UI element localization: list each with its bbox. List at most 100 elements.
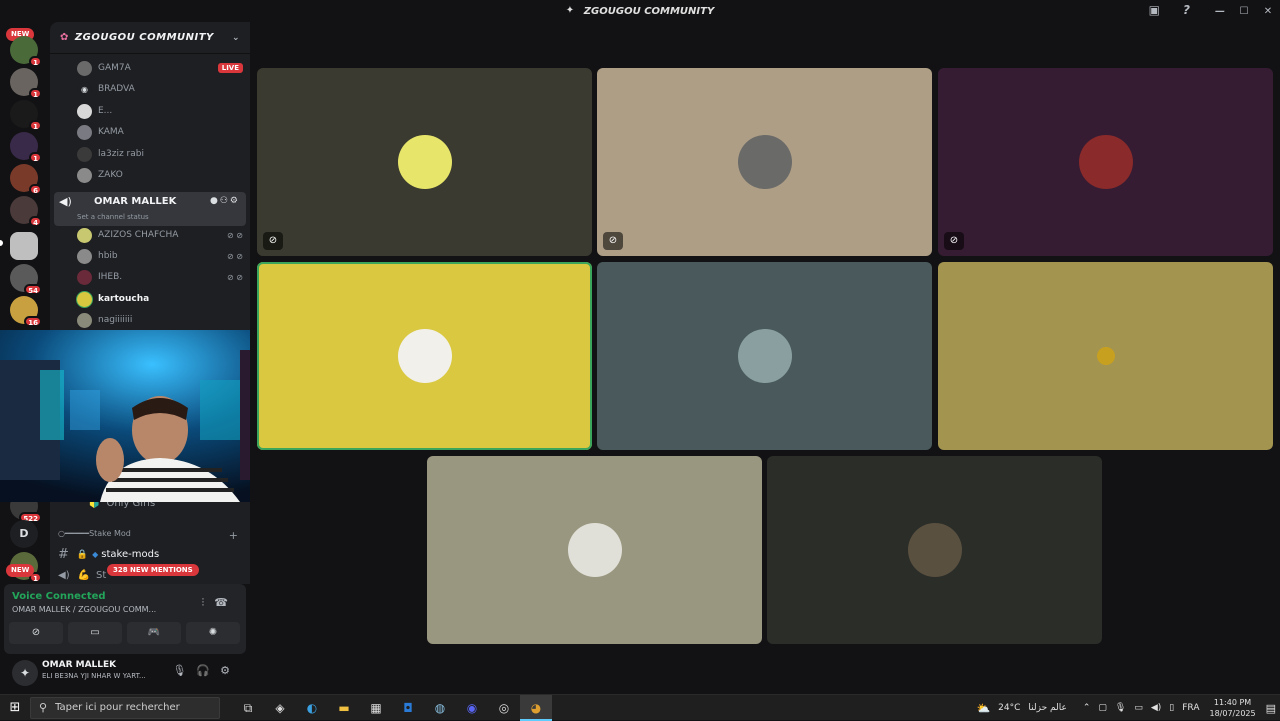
help-icon[interactable]: ? bbox=[1183, 3, 1190, 17]
file-explorer-icon[interactable]: ▬ bbox=[328, 695, 360, 721]
discord-icon[interactable]: ◉ bbox=[456, 695, 488, 721]
discord-icon: ◉ bbox=[77, 81, 92, 97]
capture-icon[interactable]: ◎ bbox=[488, 695, 520, 721]
voice-user[interactable]: kartoucha bbox=[77, 290, 243, 308]
task-view-icon[interactable]: ⧉ bbox=[232, 695, 264, 721]
dm-server[interactable]: D bbox=[10, 520, 38, 548]
video-tile[interactable] bbox=[767, 456, 1102, 644]
volume-icon[interactable]: ◀) bbox=[1151, 703, 1161, 713]
soundboard-button[interactable]: ✺ bbox=[186, 622, 240, 644]
server-icon-8[interactable]: 54 bbox=[10, 264, 42, 295]
activities-button[interactable]: 🎮 bbox=[127, 622, 181, 644]
video-tile[interactable]: ⊘ bbox=[938, 68, 1273, 256]
screen-share-button[interactable]: ▭ bbox=[68, 622, 122, 644]
server-badge-icon: ✿ bbox=[60, 32, 69, 43]
participant-avatar bbox=[737, 329, 792, 383]
new-mentions-pill[interactable]: 328 NEW MENTIONS bbox=[107, 564, 199, 576]
add-channel-icon[interactable]: + bbox=[229, 529, 238, 542]
voice-user[interactable]: la3ziz rabi bbox=[77, 145, 243, 163]
voice-connected-panel: Voice Connected OMAR MALLEK / ZGOUGOU CO… bbox=[4, 584, 246, 654]
avatar bbox=[77, 60, 92, 76]
maximize-button[interactable]: ☐ bbox=[1232, 6, 1256, 17]
video-tile-speaking[interactable] bbox=[257, 262, 592, 450]
avatar bbox=[77, 291, 92, 307]
microphone-icon[interactable]: 🎙 bbox=[172, 664, 196, 677]
chrome-icon[interactable]: ◕ bbox=[520, 694, 552, 721]
voice-user[interactable]: GAM7A LIVE bbox=[77, 59, 243, 77]
windows-start-icon[interactable]: ⊞ bbox=[0, 700, 30, 715]
server-icon-2[interactable]: 1 bbox=[10, 68, 42, 99]
weather-text: عالم حزلنا bbox=[1028, 703, 1067, 713]
edge-icon[interactable]: ◐ bbox=[296, 695, 328, 721]
disconnect-icon[interactable]: ☎ bbox=[214, 596, 238, 609]
video-tile[interactable] bbox=[597, 262, 932, 450]
server-icon-7[interactable] bbox=[10, 232, 38, 260]
server-header[interactable]: ✿ ZGOUGOU COMMUNITY ⌄ bbox=[50, 22, 250, 54]
battery-icon[interactable]: ▯ bbox=[1169, 703, 1174, 713]
participant-avatar bbox=[737, 135, 792, 189]
notification-icon[interactable]: ▤ bbox=[1266, 702, 1276, 715]
taskbar-search[interactable]: ⚲ Taper ici pour rechercher bbox=[30, 696, 220, 719]
network-icon[interactable]: ▭ bbox=[1134, 703, 1143, 713]
participant-avatar bbox=[397, 329, 452, 383]
close-button[interactable]: ✕ bbox=[1256, 6, 1280, 17]
lock-icon: 🔒 bbox=[76, 549, 89, 560]
weather-temp[interactable]: 24°C bbox=[998, 703, 1020, 713]
channel-actions[interactable]: ●⚇⚙ bbox=[210, 196, 240, 206]
gear-icon[interactable]: ⚙ bbox=[220, 664, 240, 677]
camera-off-button[interactable]: ⊘ bbox=[9, 622, 63, 644]
category-stake-mod[interactable]: ○━━━━━Stake Mod + bbox=[58, 529, 242, 542]
chevron-up-icon[interactable]: ⌃ bbox=[1083, 703, 1091, 713]
server-icon-6[interactable]: 4 bbox=[10, 196, 42, 227]
tray-app-icon[interactable]: ▢ bbox=[1098, 703, 1107, 713]
video-tile[interactable]: ⊘ bbox=[597, 68, 932, 256]
steam-icon[interactable]: ◍ bbox=[424, 695, 456, 721]
avatar bbox=[77, 248, 92, 264]
outlook-icon[interactable]: ◘ bbox=[392, 695, 424, 721]
copilot-icon[interactable]: ◈ bbox=[264, 695, 296, 721]
channel-stake-mods[interactable]: # 🔒 ◆ stake-mods bbox=[58, 547, 159, 562]
avatar bbox=[77, 227, 92, 243]
store-icon[interactable]: ▦ bbox=[360, 695, 392, 721]
weather-icon: ⛅ bbox=[976, 701, 991, 715]
new-pill-bottom[interactable]: NEW bbox=[6, 564, 35, 577]
avatar bbox=[77, 167, 92, 183]
voice-user[interactable]: ◉ BRADVA bbox=[77, 80, 243, 98]
avatar bbox=[77, 103, 92, 119]
voice-user[interactable]: AZIZOS CHAFCHA ⊘ ⊘ bbox=[77, 226, 243, 244]
voice-status: Voice Connected bbox=[12, 591, 106, 602]
video-grid: ⊘ ⊘ ⊘ bbox=[250, 22, 1280, 694]
server-icon-9[interactable]: 16 bbox=[10, 296, 42, 327]
channel-partial[interactable]: ◀) 💪 St bbox=[58, 570, 106, 581]
server-icon-1[interactable]: 1 bbox=[10, 36, 42, 67]
user-panel: ✦ OMAR MALLEK ELI BE3NA YJI NHAR W YART.… bbox=[4, 654, 246, 694]
voice-user[interactable]: nagiiiiiii bbox=[77, 311, 243, 329]
microphone-icon[interactable]: 🎙 bbox=[1115, 703, 1126, 713]
avatar bbox=[77, 269, 92, 285]
voice-user[interactable]: ZAKO bbox=[77, 166, 243, 184]
server-icon-5[interactable]: 6 bbox=[10, 164, 42, 195]
username[interactable]: OMAR MALLEK bbox=[42, 660, 116, 670]
server-icon-3[interactable]: 1 bbox=[10, 100, 42, 131]
voice-user[interactable]: IHEB. ⊘ ⊘ bbox=[77, 268, 243, 286]
active-voice-channel[interactable]: ◀) OMAR MALLEK Set a channel status ●⚇⚙ bbox=[54, 192, 246, 226]
inbox-icon[interactable]: ▣ bbox=[1149, 3, 1160, 17]
title-bar: ✦ ZGOUGOU COMMUNITY ▣ ? — ☐ ✕ bbox=[0, 0, 1280, 22]
participant-avatar bbox=[567, 523, 622, 577]
clock[interactable]: 11:40 PM 18/07/2025 bbox=[1209, 697, 1255, 719]
video-tile[interactable] bbox=[938, 262, 1273, 450]
voice-user[interactable]: hbib ⊘ ⊘ bbox=[77, 247, 243, 265]
headphones-icon[interactable]: 🎧 bbox=[196, 664, 220, 677]
video-tile[interactable] bbox=[427, 456, 762, 644]
minimize-button[interactable]: — bbox=[1208, 6, 1232, 17]
voice-user[interactable]: E... bbox=[77, 102, 243, 120]
server-icon: ✦ bbox=[565, 5, 575, 16]
voice-user[interactable]: KAMA bbox=[77, 123, 243, 141]
chevron-down-icon[interactable]: ⌄ bbox=[232, 33, 240, 43]
language-indicator[interactable]: FRA bbox=[1182, 703, 1199, 713]
server-icon-4[interactable]: 1 bbox=[10, 132, 42, 163]
avatar[interactable]: ✦ bbox=[12, 660, 38, 686]
voice-location[interactable]: OMAR MALLEK / ZGOUGOU COMM... bbox=[12, 605, 192, 614]
noise-suppression-icon[interactable]: ⫶ bbox=[202, 596, 215, 609]
video-tile[interactable]: ⊘ bbox=[257, 68, 592, 256]
